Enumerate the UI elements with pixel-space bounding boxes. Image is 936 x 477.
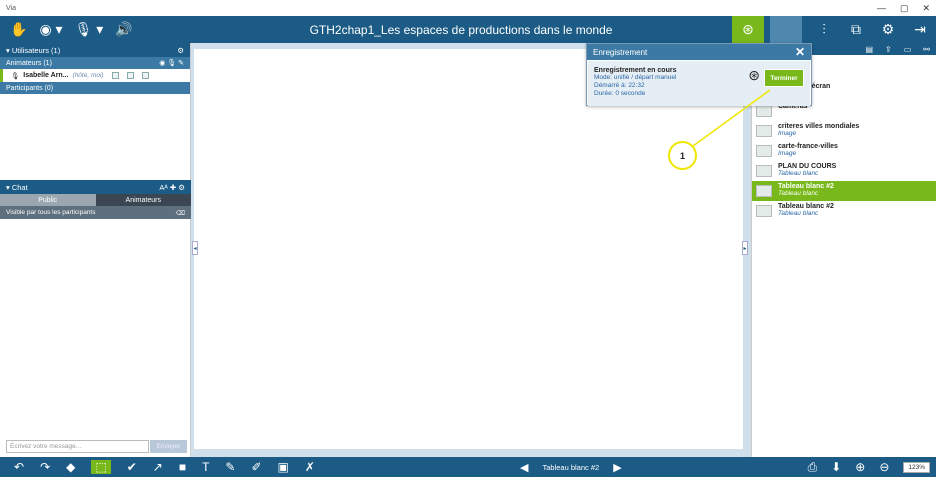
share-icon[interactable]: ⇪ — [885, 45, 892, 54]
eraser-icon[interactable]: ⌫ — [176, 209, 185, 217]
whiteboard-canvas[interactable] — [194, 49, 743, 449]
next-page-icon[interactable]: ▶ — [613, 461, 621, 474]
top-toolbar: ✋ ◉ ▾ 🎙 ▾ 🔊 GTH2chap1_Les espaces de pro… — [0, 16, 936, 43]
print-icon[interactable]: ⎙ — [808, 460, 818, 475]
users-header[interactable]: ▾ Utilisateurs (1) ⚙ — [0, 43, 190, 57]
exit-icon[interactable]: ⇥ — [904, 16, 936, 43]
left-panel: ▾ Utilisateurs (1) ⚙ Animateurs (1) ◉ 🎙 … — [0, 43, 191, 457]
recording-popup-body: Enregistrement en cours Mode: unifié / d… — [588, 61, 810, 106]
download-icon[interactable]: ⬇ — [831, 460, 841, 474]
hand-icon[interactable]: ✋ — [10, 21, 27, 38]
window-titlebar: Via — ▢ ✕ — [0, 0, 936, 16]
recording-popup-title: Enregistrement — [593, 47, 648, 57]
tab-public[interactable]: Public — [0, 194, 96, 206]
chat-header-label: ▾ Chat — [6, 182, 28, 192]
close-icon[interactable]: ✕ — [795, 45, 805, 59]
whiteboard-thumbnail-icon — [756, 205, 772, 217]
pen-tool-icon[interactable]: ✎ — [225, 460, 235, 474]
mic-checkbox[interactable] — [126, 72, 134, 79]
page-name: Tableau blanc #2 — [542, 462, 600, 472]
speaker-icon[interactable]: 🔊 — [115, 21, 132, 38]
chat-visibility-bar: Visible par tous les participants ⌫ — [0, 206, 191, 219]
users-header-label: ▾ Utilisateurs (1) — [6, 45, 61, 55]
animators-tools-icon[interactable]: ◉ 🎙 ✎ — [159, 59, 184, 67]
animators-label: Animateurs (1) — [6, 59, 52, 67]
recording-icon[interactable]: ⊛ — [732, 16, 764, 43]
zoom-out-icon[interactable]: ⊖ — [879, 460, 889, 474]
recording-popup: Enregistrement ✕ Enregistrement en cours… — [586, 43, 812, 106]
layout-icon[interactable]: ⫶ — [808, 16, 840, 43]
zoom-select[interactable]: 123% — [903, 461, 930, 473]
finish-recording-button[interactable]: Terminer — [764, 69, 804, 87]
maximize-button[interactable]: ▢ — [900, 3, 909, 14]
toolbar-separator — [770, 16, 802, 43]
collapse-left-handle[interactable]: ◂ — [192, 241, 198, 255]
recording-status-title: Enregistrement en cours — [594, 67, 677, 74]
eraser-icon[interactable]: ◆ — [66, 460, 75, 474]
participants-header: Participants (0) — [0, 82, 190, 94]
webcam-icon[interactable]: ◉ ▾ — [39, 21, 62, 38]
callout-marker: 1 — [668, 141, 697, 170]
prev-page-icon[interactable]: ◀ — [520, 461, 528, 474]
link-icon[interactable]: ⚯ — [923, 45, 930, 54]
rectangle-tool-icon[interactable]: ■ — [179, 460, 186, 474]
whiteboard-thumbnail-icon — [756, 165, 772, 177]
text-tool-icon[interactable]: T — [202, 460, 209, 474]
chat-tabs: Public Animateurs — [0, 194, 191, 206]
document-item[interactable]: PLAN DU COURS Tableau blanc — [752, 161, 936, 181]
zoom-in-icon[interactable]: ⊕ — [855, 460, 865, 474]
recording-popup-header: Enregistrement ✕ — [587, 44, 811, 60]
user-role: (hôte, moi) — [72, 72, 104, 79]
chat-visibility-label: Visible par tous les participants — [6, 209, 96, 216]
recording-mode: Mode: unifié / départ manuel — [594, 74, 677, 81]
recording-status: Enregistrement en cours Mode: unifié / d… — [594, 67, 676, 100]
arrow-tool-icon[interactable]: ↗ — [153, 460, 163, 474]
gear-icon[interactable]: ⚙ — [872, 16, 904, 43]
user-name: Isabelle Arn... — [23, 72, 69, 79]
participants-label: Participants (0) — [6, 84, 54, 92]
redo-icon[interactable]: ↷ — [40, 460, 50, 474]
chat-section: ▾ Chat Aᴬ ✚ ⚙ Public Animateurs Visible … — [0, 180, 191, 219]
mic-icon: 🎙 — [11, 72, 20, 80]
mic-icon[interactable]: 🎙 ▾ — [75, 21, 104, 38]
add-document-icon[interactable]: ▤ — [865, 45, 873, 54]
document-item[interactable]: Tableau blanc #2 Tableau blanc — [752, 201, 936, 221]
recording-start-time: Démarré à: 22:32 — [594, 82, 645, 89]
window-title: Via — [6, 4, 16, 12]
camera-icon — [756, 105, 772, 117]
close-window-button[interactable]: ✕ — [922, 3, 930, 14]
animators-header: Animateurs (1) ◉ 🎙 ✎ — [0, 57, 190, 69]
check-tool-icon[interactable]: ✔ — [127, 460, 137, 474]
documents-icon[interactable]: ⧉ — [840, 16, 872, 43]
whiteboard-thumbnail-icon — [756, 185, 772, 197]
chat-header[interactable]: ▾ Chat Aᴬ ✚ ⚙ — [0, 180, 191, 194]
image-tool-icon[interactable]: ▣ — [278, 460, 289, 474]
tab-animators[interactable]: Animateurs — [95, 194, 191, 206]
gear-icon[interactable]: ⚙ — [177, 46, 184, 55]
document-item[interactable]: criteres villes mondiales Image — [752, 121, 936, 141]
select-tool-icon[interactable]: ⬚ — [91, 460, 111, 474]
recording-duration: Durée: 0 seconde — [594, 90, 646, 97]
image-thumbnail-icon — [756, 125, 772, 137]
document-item-selected[interactable]: Tableau blanc #2 Tableau blanc — [752, 181, 936, 201]
session-title: GTH2chap1_Les espaces de productions dan… — [309, 22, 613, 37]
user-row[interactable]: 🎙 Isabelle Arn... (hôte, moi) — [0, 69, 190, 82]
undo-icon[interactable]: ↶ — [14, 460, 24, 474]
document-item[interactable]: carte-france-villes Image — [752, 141, 936, 161]
image-thumbnail-icon — [756, 145, 772, 157]
bottom-toolbar: ↶ ↷ ◆ ⬚ ✔ ↗ ■ T ✎ ✐ ▣ ✗ ◀ Tableau blanc … — [0, 457, 936, 477]
whiteboard-icon[interactable]: ▭ — [904, 45, 912, 54]
highlighter-tool-icon[interactable]: ✐ — [251, 460, 261, 474]
film-reel-icon: ⊛ — [748, 67, 760, 83]
clear-tool-icon[interactable]: ✗ — [305, 460, 315, 474]
collapse-right-handle[interactable]: ▸ — [742, 241, 748, 255]
send-button[interactable]: Envoyer — [150, 440, 187, 453]
minimize-button[interactable]: — — [877, 3, 886, 14]
chat-tools-icon[interactable]: Aᴬ ✚ ⚙ — [159, 183, 185, 192]
chat-message-input[interactable]: Écrivez votre message... — [6, 440, 149, 453]
draw-checkbox[interactable] — [141, 72, 149, 79]
webcam-checkbox[interactable] — [111, 72, 119, 79]
